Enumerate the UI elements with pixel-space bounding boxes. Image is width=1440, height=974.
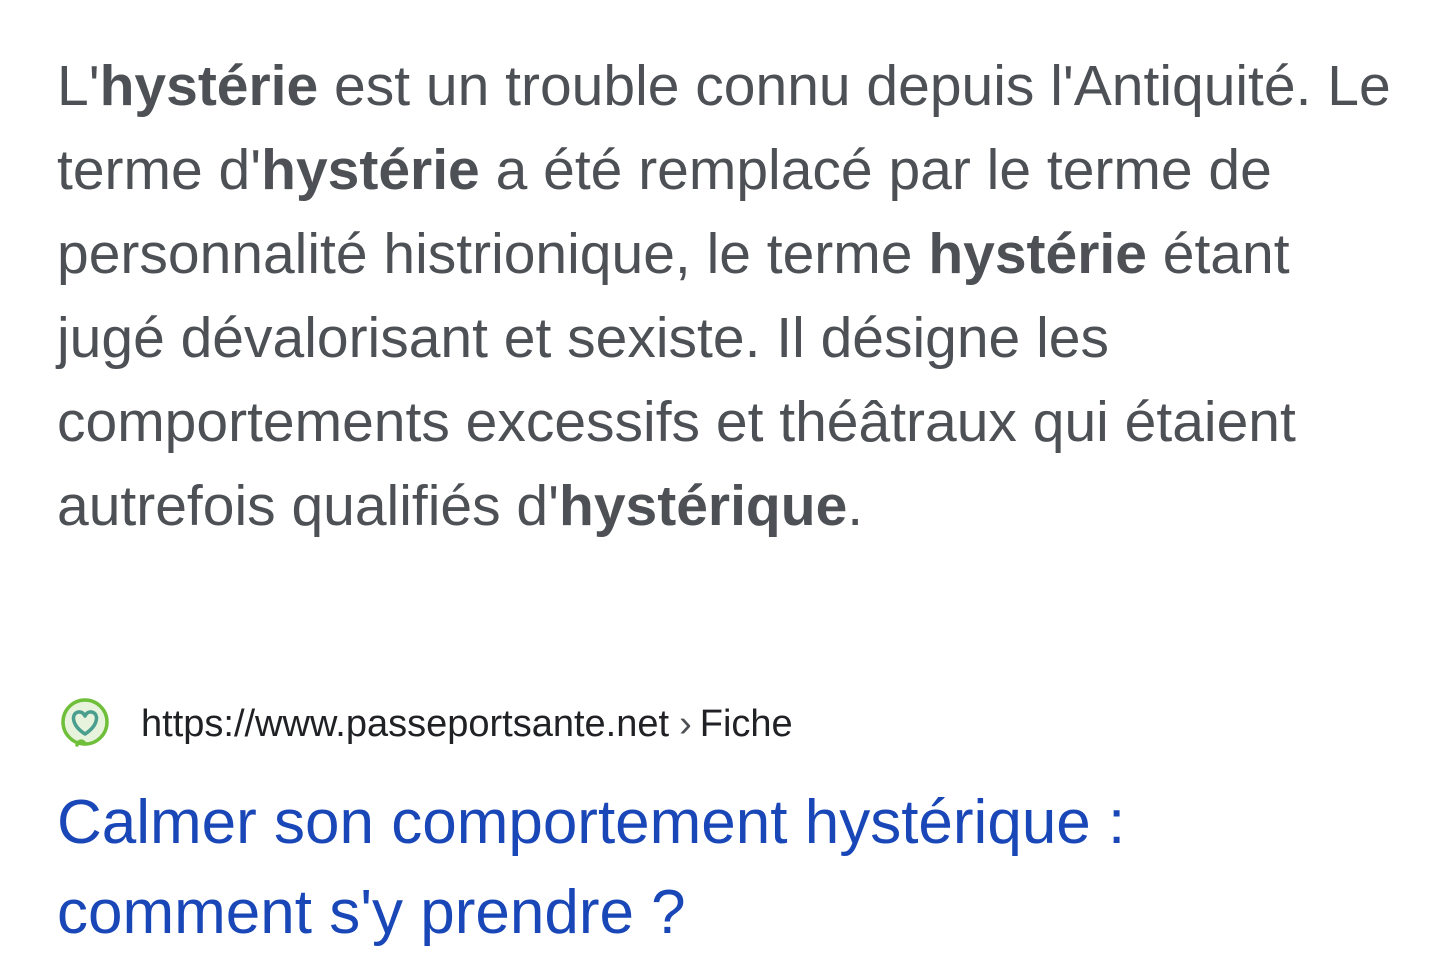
result-snippet: L'hystérie est un trouble connu depuis l… bbox=[57, 44, 1397, 548]
search-results-page: L'hystérie est un trouble connu depuis l… bbox=[0, 0, 1440, 974]
result-source[interactable]: https://www.passeportsante.net › Fiche bbox=[57, 694, 1397, 754]
breadcrumb-separator: › bbox=[679, 702, 692, 745]
result-domain: https://www.passeportsante.net bbox=[141, 702, 670, 745]
snippet-segment: L' bbox=[57, 54, 100, 118]
result-breadcrumb: Fiche bbox=[699, 702, 793, 745]
result-title-link[interactable]: Calmer son comportement hystérique : com… bbox=[57, 778, 1357, 958]
snippet-segment: . bbox=[847, 474, 864, 538]
snippet-highlight: hystérie bbox=[261, 138, 480, 202]
search-result: https://www.passeportsante.net › Fiche Cal… bbox=[57, 694, 1397, 958]
snippet-highlight: hystérie bbox=[928, 222, 1147, 286]
snippet-highlight: hystérique bbox=[559, 474, 848, 538]
heart-leaf-icon bbox=[57, 696, 113, 752]
snippet-highlight: hystérie bbox=[99, 54, 319, 118]
result-url: https://www.passeportsante.net › Fiche bbox=[141, 703, 793, 746]
